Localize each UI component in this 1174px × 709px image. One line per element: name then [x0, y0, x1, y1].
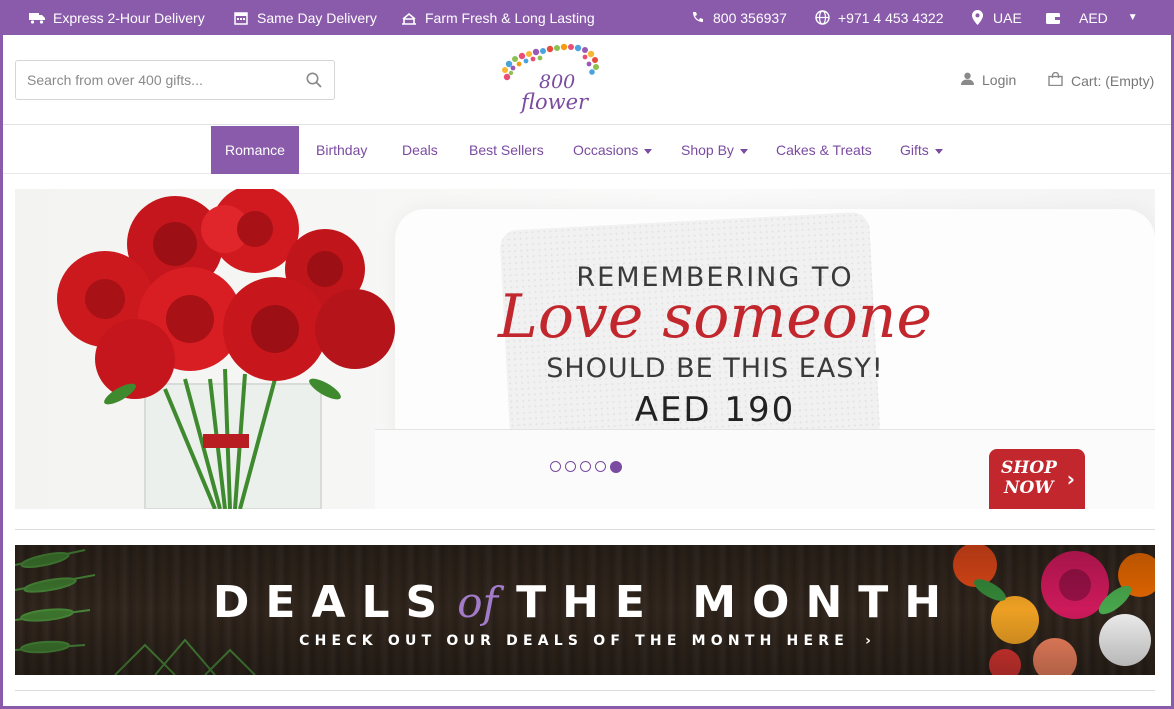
- truck-icon: [29, 10, 45, 26]
- user-icon: [961, 72, 974, 88]
- nav-label: Shop By: [681, 142, 734, 158]
- same-day-delivery: Same Day Delivery: [233, 0, 377, 35]
- globe-icon: [814, 10, 830, 26]
- carousel-dots: [550, 461, 622, 473]
- login-link[interactable]: Login: [961, 72, 1016, 88]
- country-selector[interactable]: UAE: [969, 0, 1022, 35]
- carousel-dot-5[interactable]: [610, 461, 622, 473]
- deals-title-of: of: [457, 578, 499, 627]
- nav-label: Romance: [225, 142, 285, 158]
- caret-down-icon: [739, 148, 748, 154]
- nav-item-shop-by[interactable]: Shop By: [681, 126, 748, 174]
- chevron-down-icon: ▼: [1127, 12, 1138, 23]
- carousel-dot-2[interactable]: [565, 461, 576, 472]
- rose-bouquet-image: [57, 189, 395, 509]
- search-icon[interactable]: [294, 61, 334, 99]
- farm-icon: [401, 10, 417, 26]
- nav-label: Deals: [402, 142, 438, 158]
- login-label: Login: [982, 72, 1017, 88]
- page: Express 2-Hour Delivery Same Day Deliver…: [3, 0, 1171, 706]
- nav-label: Occasions: [573, 142, 639, 158]
- farm-fresh: Farm Fresh & Long Lasting: [401, 0, 595, 35]
- intl-phone[interactable]: +971 4 453 4322: [814, 0, 944, 35]
- farm-fresh-label: Farm Fresh & Long Lasting: [425, 9, 595, 26]
- divider: [15, 690, 1155, 691]
- carousel-dot-1[interactable]: [550, 461, 561, 472]
- nav-label: Best Sellers: [469, 142, 544, 158]
- phone-label: 800 356937: [713, 9, 787, 26]
- search-input[interactable]: [16, 61, 294, 99]
- search-box: [15, 60, 335, 100]
- site-logo[interactable]: 800 flower: [499, 43, 605, 115]
- carousel-dot-3[interactable]: [580, 461, 591, 472]
- nav-item-cakes-treats[interactable]: Cakes & Treats: [776, 126, 872, 174]
- deals-title: DEALSof THE MONTH: [15, 577, 1155, 628]
- hero-line-2: Love someone: [497, 282, 933, 352]
- nav-item-deals[interactable]: Deals: [402, 126, 438, 174]
- hero-banner[interactable]: REMEMBERING TO Love someone SHOULD BE TH…: [15, 189, 1155, 509]
- currency-label: AED: [1079, 9, 1108, 26]
- nav-label: Birthday: [316, 142, 368, 158]
- express-delivery: Express 2-Hour Delivery: [29, 0, 205, 35]
- nav-item-birthday[interactable]: Birthday: [316, 126, 367, 174]
- wallet-icon: [1045, 10, 1061, 26]
- main-nav: Romance Birthday Deals Best Sellers Occa…: [3, 126, 1171, 174]
- deals-subtitle[interactable]: CHECK OUT OUR DEALS OF THE MONTH HERE ›: [15, 633, 1155, 649]
- location-pin-icon: [969, 10, 985, 26]
- country-label: UAE: [993, 9, 1022, 26]
- caret-down-icon: [934, 148, 943, 154]
- deals-title-word-2: THE MONTH: [516, 577, 958, 628]
- deals-title-word-1: DEALS: [212, 577, 454, 628]
- cart-link[interactable]: Cart: (Empty): [1048, 71, 1155, 89]
- calendar-icon: [233, 10, 249, 26]
- caret-down-icon: [644, 148, 653, 154]
- logo-word: flower: [521, 90, 589, 114]
- same-day-label: Same Day Delivery: [257, 9, 377, 26]
- carousel-dot-4[interactable]: [595, 461, 606, 472]
- shopping-bag-icon: [1048, 71, 1063, 89]
- nav-item-occasions[interactable]: Occasions: [573, 126, 653, 174]
- phone-icon: [689, 10, 705, 26]
- intl-phone-label: +971 4 453 4322: [838, 9, 944, 26]
- cart-label: Cart: (Empty): [1071, 72, 1155, 89]
- nav-item-romance[interactable]: Romance: [211, 126, 299, 174]
- nav-item-best-sellers[interactable]: Best Sellers: [469, 126, 544, 174]
- nav-item-gifts[interactable]: Gifts: [900, 126, 943, 174]
- divider: [15, 529, 1155, 530]
- nav-label: Cakes & Treats: [776, 142, 872, 158]
- nav-label: Gifts: [900, 142, 929, 158]
- top-bar: Express 2-Hour Delivery Same Day Deliver…: [3, 0, 1171, 35]
- deals-subtitle-label: CHECK OUT OUR DEALS OF THE MONTH HERE: [299, 633, 849, 649]
- phone-number[interactable]: 800 356937: [689, 0, 787, 35]
- hero-line-3: SHOULD BE THIS EASY!: [546, 353, 884, 384]
- deals-of-the-month-banner[interactable]: DEALSof THE MONTH CHECK OUT OUR DEALS OF …: [15, 545, 1155, 675]
- hero-price: AED 190: [634, 390, 796, 430]
- shop-now-button[interactable]: SHOP NOW ›: [989, 449, 1085, 509]
- site-header: 800 flower Login Cart: (Empty): [3, 35, 1171, 125]
- express-delivery-label: Express 2-Hour Delivery: [53, 9, 205, 26]
- chevron-right-icon: ›: [865, 633, 871, 649]
- chevron-right-icon: ›: [1066, 467, 1075, 491]
- currency-selector[interactable]: AED ▼: [1045, 0, 1138, 35]
